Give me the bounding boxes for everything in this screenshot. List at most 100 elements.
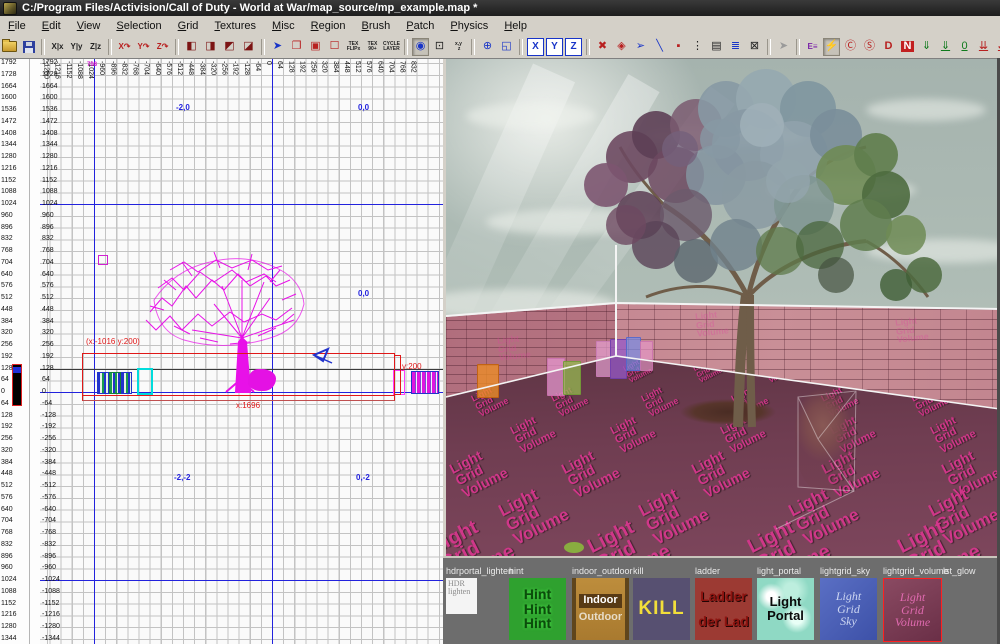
menu-textures[interactable]: Textures: [206, 18, 264, 34]
menu-region[interactable]: Region: [303, 18, 354, 34]
camera-icon[interactable]: ◉: [412, 37, 429, 56]
z-ruler-label: 320: [1, 329, 13, 337]
drop-down-icon[interactable]: ⇓: [918, 38, 935, 56]
menu-view[interactable]: View: [69, 18, 109, 34]
ruler-left-label: 448: [42, 305, 54, 313]
3d-camera-view[interactable]: Light Grid Volume Light Grid Volume Light …: [446, 58, 1000, 559]
z-ruler-label: 1024: [1, 200, 17, 207]
save-icon[interactable]: [20, 38, 37, 56]
texture-swatch-indoor_outdoor[interactable]: Indoor Outdoor: [572, 578, 629, 640]
more-dots-icon[interactable]: ⋮: [689, 38, 706, 56]
texture-swatch-kill[interactable]: KILL: [633, 578, 690, 640]
hide-cone-icon[interactable]: ✖: [594, 38, 611, 56]
zero-height-icon[interactable]: 0: [956, 38, 973, 56]
screen-icon[interactable]: ⊡: [431, 38, 448, 56]
red-dot-icon[interactable]: ▪: [670, 38, 687, 56]
selection-rectangle[interactable]: [82, 353, 395, 396]
open-file-icon[interactable]: [1, 38, 18, 56]
select-touching-icon[interactable]: ☐: [326, 38, 343, 56]
hide-diamond-icon[interactable]: ◈: [613, 38, 630, 56]
texture-swatch-lightgrid_sky[interactable]: Light Grid Sky: [820, 578, 877, 640]
menu-grid[interactable]: Grid: [170, 18, 207, 34]
z-window[interactable]: 1792 1728 1664 1600 1536 1472 1408 1344 1280 1216…: [0, 58, 40, 644]
clip-select-icon[interactable]: ◨: [202, 38, 219, 56]
ruler-left-label: -384: [42, 458, 57, 466]
z-ruler-label: 704: [1, 258, 13, 266]
texture-swatch-lightgrid_volume[interactable]: Light Grid Volume: [883, 578, 942, 642]
flip-z-icon[interactable]: Z|z: [87, 38, 104, 56]
2d-xy-view[interactable]: -1344-1280-1216-1152-1088-1024-960-896-8…: [40, 58, 443, 644]
force-drop-all-icon[interactable]: ⇊: [994, 38, 1000, 56]
menu-edit[interactable]: Edit: [34, 18, 69, 34]
toolbar-separator: [586, 38, 590, 55]
wireframe-edges: [446, 245, 1000, 530]
lock-y-icon[interactable]: Y: [546, 37, 563, 56]
no-clip-icon[interactable]: Ⓒ: [842, 38, 859, 56]
menu-help[interactable]: Help: [496, 18, 535, 34]
ruler-left-label: 640: [42, 270, 54, 278]
title-bar[interactable]: C:/Program Files/Activision/Call of Duty…: [0, 0, 1000, 16]
cycle-layer-icon[interactable]: CYCLE LAYER: [383, 38, 400, 56]
ruler-left-label: -1344: [42, 634, 60, 642]
no-spawn-icon[interactable]: Ⓢ: [861, 38, 878, 56]
rotate-y-icon[interactable]: Y↷: [135, 38, 152, 56]
texture-swatch-light_portal[interactable]: Light Portal: [757, 578, 814, 640]
free-scale-icon[interactable]: ◱: [498, 38, 515, 56]
texture-swatch-hdrportal_lighten[interactable]: HDR lighten: [446, 578, 477, 614]
nodraw-icon[interactable]: N: [899, 38, 916, 56]
force-drop-icon[interactable]: ⇊: [975, 38, 992, 56]
change-views-icon[interactable]: ➤: [269, 38, 286, 56]
path-mode-icon[interactable]: ➢: [632, 38, 649, 56]
menu-patch[interactable]: Patch: [398, 18, 442, 34]
z-ruler-label: 576: [1, 282, 13, 290]
flip-x-icon[interactable]: X|x: [49, 38, 66, 56]
ruler-left-label: -768: [42, 529, 57, 536]
split-brush-icon[interactable]: ◩: [221, 38, 238, 56]
texture-palette[interactable]: hdrportal_lighten HDR lighten hint Hint Hint H…: [443, 556, 1000, 644]
clone-icon[interactable]: ❐: [288, 38, 305, 56]
clipper-icon[interactable]: ◧: [183, 38, 200, 56]
texture-rotate-90-icon[interactable]: TEX 90+: [364, 38, 381, 56]
menu-physics[interactable]: Physics: [442, 18, 496, 34]
ruler-top-label: 0: [265, 61, 272, 65]
rotate-z-icon[interactable]: Z↷: [154, 38, 171, 56]
ruler-left-label: -960: [42, 564, 57, 572]
ruler-top-label: -960: [98, 61, 106, 76]
region-off-icon[interactable]: ⊠: [746, 38, 763, 56]
toolbar-separator: [471, 38, 475, 55]
lock-x-icon[interactable]: X: [527, 37, 544, 56]
xyz-icon[interactable]: x,y z: [450, 38, 467, 56]
entity-color-icon[interactable]: E≡: [804, 38, 821, 56]
ruler-left-label: 1728: [42, 70, 58, 78]
detail-icon[interactable]: D: [880, 38, 897, 56]
entity-list-icon[interactable]: ≣: [727, 38, 744, 56]
brush-entity-magenta[interactable]: [411, 371, 439, 394]
flip-clip-icon[interactable]: ◪: [240, 38, 257, 56]
camera-marker-2d[interactable]: [312, 347, 334, 365]
z-ruler-label: 1088: [1, 587, 17, 595]
cursor-disabled-icon[interactable]: ➤: [775, 38, 792, 56]
lightning-icon[interactable]: ⚡: [823, 37, 840, 56]
texture-flip-icon[interactable]: TEX FLIPx: [345, 38, 362, 56]
texture-swatch-hint[interactable]: Hint Hint Hint: [509, 578, 566, 640]
block-label: -2,-2: [174, 473, 191, 482]
draw-line-icon[interactable]: ╲: [651, 38, 668, 56]
ruler-left-label: 1152: [42, 176, 58, 184]
select-inside-icon[interactable]: ▣: [307, 38, 324, 56]
menu-brush[interactable]: Brush: [354, 18, 399, 34]
rotate-x-icon[interactable]: X↷: [116, 38, 133, 56]
z-ruler-label: 256: [1, 435, 13, 442]
menu-misc[interactable]: Misc: [264, 18, 303, 34]
flip-y-icon[interactable]: Y|y: [68, 38, 85, 56]
lock-z-icon[interactable]: Z: [565, 37, 582, 56]
texture-label-kill: kill: [633, 566, 644, 576]
free-rotate-icon[interactable]: ⊕: [479, 38, 496, 56]
menu-selection[interactable]: Selection: [108, 18, 169, 34]
small-entity-2d[interactable]: [98, 255, 108, 265]
z-ruler-label: 1344: [1, 634, 17, 642]
drop-floor-icon[interactable]: ⇓: [937, 38, 954, 56]
ruler-left-label: -256: [42, 435, 57, 442]
texture-swatch-ladder[interactable]: Ladder der Lad: [695, 578, 752, 640]
texture-lock-icon[interactable]: ▤: [708, 38, 725, 56]
menu-file[interactable]: File: [0, 18, 34, 34]
